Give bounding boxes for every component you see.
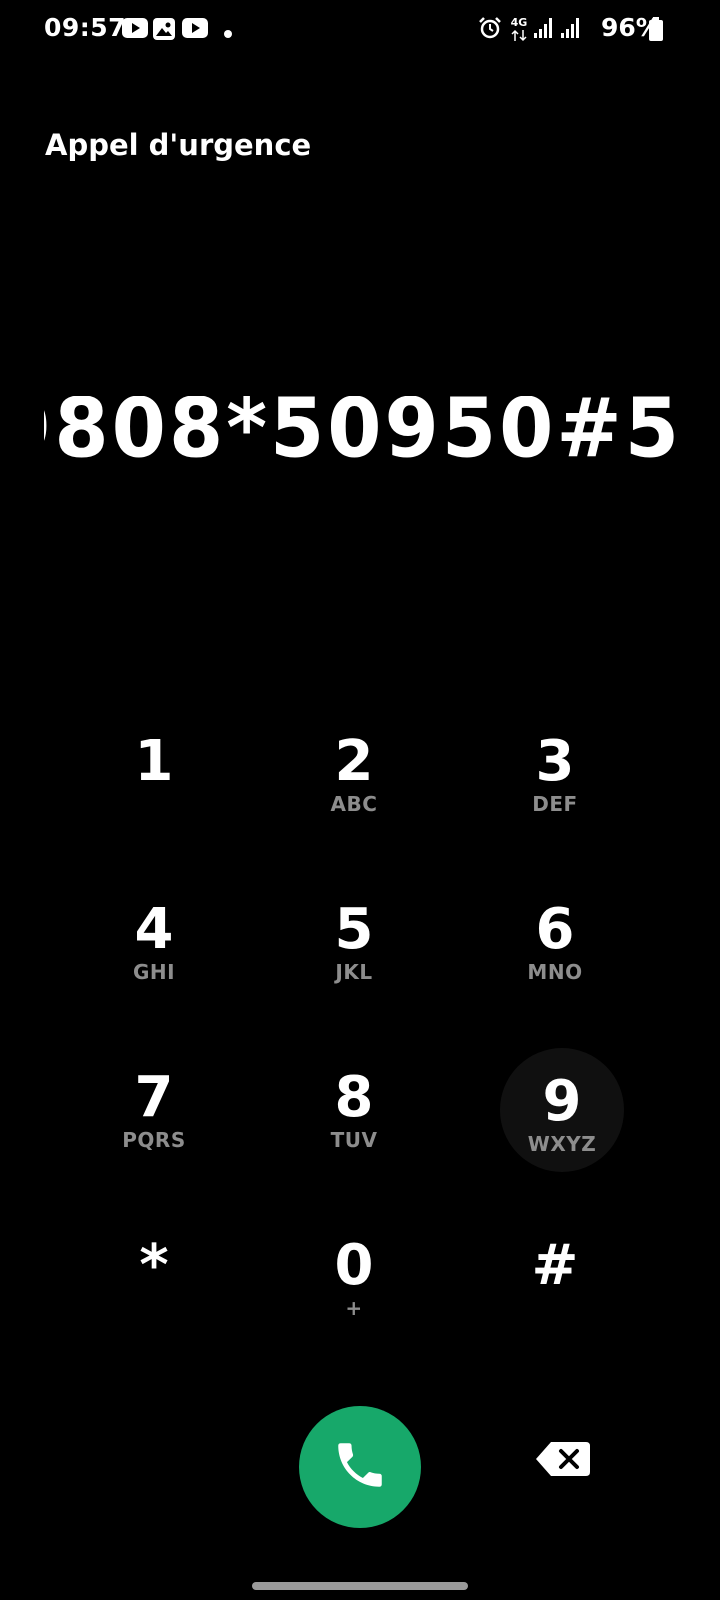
key-letters: GHI xyxy=(132,960,176,984)
alarm-icon xyxy=(478,16,502,44)
network-type-label: 4G xyxy=(511,16,528,29)
navigation-gesture-bar[interactable] xyxy=(252,1582,468,1590)
backspace-button[interactable] xyxy=(528,1436,598,1486)
key-1[interactable]: 1 xyxy=(92,708,216,832)
key-digit: 0 xyxy=(334,1233,374,1298)
dialed-number[interactable]: *#9808*50950#5 xyxy=(44,396,676,476)
key-digit: 7 xyxy=(134,1065,174,1130)
key-letters: DEF xyxy=(532,792,578,816)
key-digit: 3 xyxy=(535,729,575,794)
key-digit: 6 xyxy=(535,897,575,962)
key-letters: ABC xyxy=(330,792,378,816)
number-display-area[interactable]: *#9808*50950#5 xyxy=(44,396,676,496)
network-4g-icon: 4G xyxy=(509,15,529,47)
key-digit: 2 xyxy=(334,729,374,794)
gallery-icon xyxy=(153,18,175,44)
status-time: 09:57 xyxy=(44,13,127,42)
phone-icon xyxy=(331,1436,389,1498)
key-7[interactable]: 7 PQRS xyxy=(92,1044,216,1168)
key-digit: 4 xyxy=(134,897,174,962)
key-letters: WXYZ xyxy=(527,1132,597,1156)
key-digit: # xyxy=(531,1233,579,1298)
key-3[interactable]: 3 DEF xyxy=(493,708,617,832)
key-digit: 5 xyxy=(334,897,374,962)
status-bar: 09:57 4G 96% xyxy=(0,0,720,60)
key-digit: 8 xyxy=(334,1065,374,1130)
key-6[interactable]: 6 MNO xyxy=(493,876,617,1000)
key-5[interactable]: 5 JKL xyxy=(292,876,416,1000)
call-button[interactable] xyxy=(299,1406,421,1528)
key-letters: + xyxy=(345,1296,363,1320)
youtube-icon xyxy=(122,18,148,42)
key-4[interactable]: 4 GHI xyxy=(92,876,216,1000)
key-letters: JKL xyxy=(335,960,373,984)
page-title: Appel d'urgence xyxy=(45,128,312,162)
battery-icon xyxy=(649,17,663,45)
backspace-icon xyxy=(535,1441,591,1481)
key-digit: 9 xyxy=(542,1069,582,1134)
youtube-icon xyxy=(182,18,208,42)
key-2[interactable]: 2 ABC xyxy=(292,708,416,832)
emergency-dialer-screen: 09:57 4G 96% Appel d'urgence 808*50950#5… xyxy=(0,0,720,1600)
signal-icon xyxy=(560,17,582,43)
key-9[interactable]: 9 WXYZ xyxy=(500,1048,624,1172)
key-8[interactable]: 8 TUV xyxy=(292,1044,416,1168)
more-dot-icon xyxy=(223,24,233,43)
key-star[interactable]: * xyxy=(92,1212,216,1336)
key-digit: * xyxy=(139,1233,169,1298)
key-hash[interactable]: # xyxy=(493,1212,617,1336)
signal-icon xyxy=(533,17,555,43)
key-letters: MNO xyxy=(527,960,583,984)
key-0[interactable]: 0 + xyxy=(292,1212,416,1336)
key-letters: PQRS xyxy=(122,1128,186,1152)
key-letters: TUV xyxy=(330,1128,378,1152)
key-digit: 1 xyxy=(134,729,174,794)
